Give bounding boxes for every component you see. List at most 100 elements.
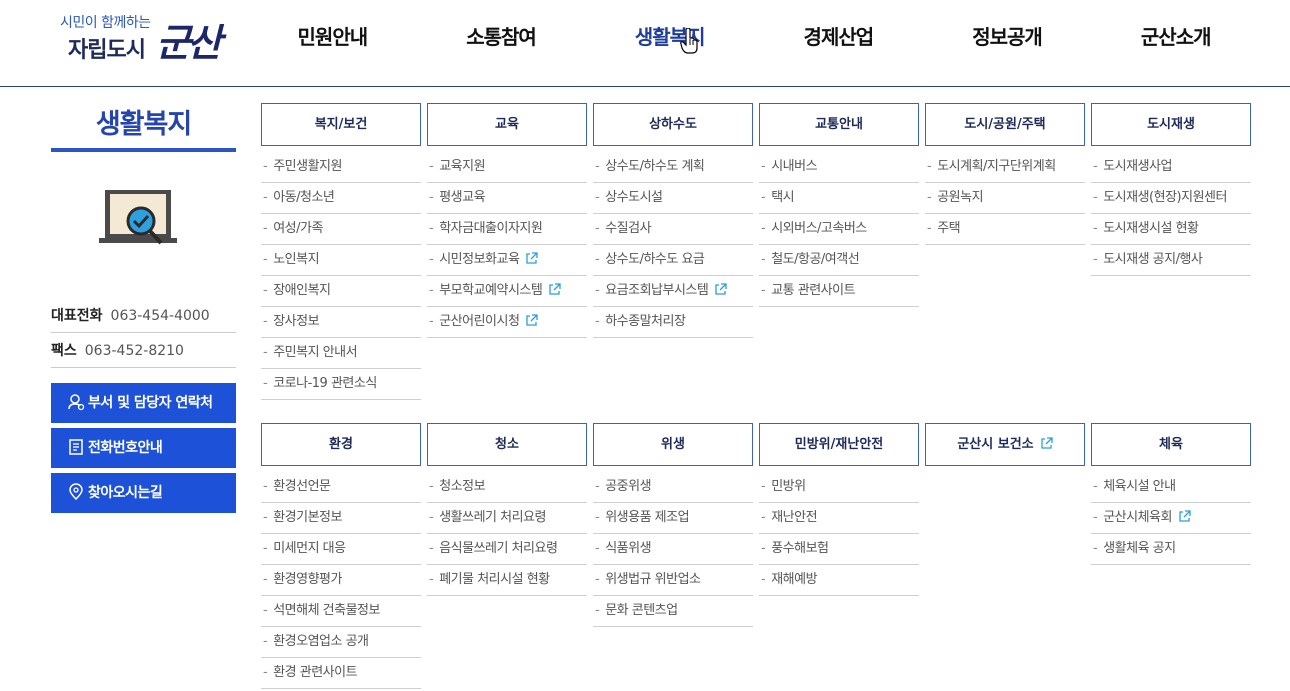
menu-link[interactable]: - 상수도/하수도 계획 — [593, 152, 753, 183]
col-heading[interactable]: 군산시 보건소 — [925, 423, 1085, 466]
menu-link[interactable]: - 폐기물 처리시설 현황 — [427, 565, 587, 596]
menu-link[interactable]: - 도시재생시설 현황 — [1091, 214, 1251, 245]
col-list: - 시내버스 - 택시 - 시외버스/고속버스 - 철도/항공/여객선 - 교통 관련사이… — [759, 152, 919, 307]
col-list: - 환경선언문 - 환경기본정보 - 미세먼지 대응 - 환경영향평가 - 석면해체 건축… — [261, 472, 421, 689]
menu-col-cleaning: 청소 - 청소정보 - 생활쓰레기 처리요령 - 음식물쓰레기 처리요령 - 폐기물 처… — [427, 423, 587, 596]
menu-link[interactable]: - 문화 콘텐츠업 — [593, 596, 753, 627]
nav-item-information[interactable]: 정보공개 — [923, 0, 1092, 74]
menu-link[interactable]: - 하수종말처리장 — [593, 307, 753, 338]
main-nav: 민원안내 소통참여 생활복지 경제산업 정보공개 군산소개 — [248, 0, 1260, 74]
menu-link[interactable]: - 상수도시설 — [593, 183, 753, 214]
menu-link[interactable]: - 수질검사 — [593, 214, 753, 245]
external-link-icon — [1040, 437, 1053, 449]
menu-link[interactable]: - 공원녹지 — [925, 183, 1085, 214]
menu-link[interactable]: - 주민생활지원 — [261, 152, 421, 183]
menu-link[interactable]: - 미세먼지 대응 — [261, 534, 421, 565]
nav-item-about[interactable]: 군산소개 — [1091, 0, 1260, 74]
menu-link[interactable]: - 주택 — [925, 214, 1085, 245]
menu-col-water: 상하수도 - 상수도/하수도 계획 - 상수도시설 - 수질검사 - 상수도/하수도 요… — [593, 103, 753, 338]
col-list: - 체육시설 안내 - 군산시체육회 - 생활체육 공지 — [1091, 472, 1251, 565]
menu-link[interactable]: - 환경 관련사이트 — [261, 658, 421, 689]
col-heading[interactable]: 교육 — [427, 103, 587, 146]
menu-col-environment: 환경 - 환경선언문 - 환경기본정보 - 미세먼지 대응 - 환경영향평가 - 석면해체… — [261, 423, 421, 689]
menu-link[interactable]: - 재난안전 — [759, 503, 919, 534]
menu-link[interactable]: - 여성/가족 — [261, 214, 421, 245]
menu-link[interactable]: - 시외버스/고속버스 — [759, 214, 919, 245]
col-heading[interactable]: 위생 — [593, 423, 753, 466]
menu-link[interactable]: - 위생법규 위반업소 — [593, 565, 753, 596]
external-link-icon — [1179, 510, 1191, 522]
menu-link[interactable]: - 철도/항공/여객선 — [759, 245, 919, 276]
col-list: - 주민생활지원 - 아동/청소년 - 여성/가족 - 노인복지 - 장애인복지 - 장사정… — [261, 152, 421, 400]
department-contact-label: 부서 및 담당자 연락처 — [88, 395, 213, 411]
nav-item-civil[interactable]: 민원안내 — [248, 0, 417, 74]
menu-link[interactable]: - 시민정보화교육 — [427, 245, 587, 276]
menu-link[interactable]: - 택시 — [759, 183, 919, 214]
menu-link[interactable]: - 음식물쓰레기 처리요령 — [427, 534, 587, 565]
menu-link[interactable]: - 평생교육 — [427, 183, 587, 214]
col-heading[interactable]: 교통안내 — [759, 103, 919, 146]
col-list: - 상수도/하수도 계획 - 상수도시설 - 수질검사 - 상수도/하수도 요금 - 요금… — [593, 152, 753, 338]
menu-link[interactable]: - 요금조회납부시스템 — [593, 276, 753, 307]
menu-link[interactable]: - 생활체육 공지 — [1091, 534, 1251, 565]
phone-value: 063-454-4000 — [110, 308, 210, 324]
directions-label: 찾아오시는길 — [88, 485, 163, 501]
menu-link[interactable]: - 식품위생 — [593, 534, 753, 565]
menu-link[interactable]: - 시내버스 — [759, 152, 919, 183]
menu-link[interactable]: - 노인복지 — [261, 245, 421, 276]
menu-link[interactable]: - 체육시설 안내 — [1091, 472, 1251, 503]
menu-link[interactable]: - 공중위생 — [593, 472, 753, 503]
menu-link[interactable]: - 군산어린이시청 — [427, 307, 587, 338]
phone-guide-button[interactable]: 전화번호안내 — [51, 428, 236, 468]
nav-item-welfare[interactable]: 생활복지 — [585, 0, 754, 74]
nav-item-economy[interactable]: 경제산업 — [754, 0, 923, 74]
menu-link[interactable]: - 도시재생(현장)지원센터 — [1091, 183, 1251, 214]
menu-link[interactable]: - 생활쓰레기 처리요령 — [427, 503, 587, 534]
directions-button[interactable]: 찾아오시는길 — [51, 473, 236, 513]
menu-link[interactable]: - 환경선언문 — [261, 472, 421, 503]
menu-link[interactable]: - 장애인복지 — [261, 276, 421, 307]
menu-link[interactable]: - 도시재생사업 — [1091, 152, 1251, 183]
sidebar-title: 생활복지 — [51, 103, 236, 152]
menu-link[interactable]: - 교육지원 — [427, 152, 587, 183]
site-logo[interactable]: 시민이 함께하는 자립도시 군산 — [58, 10, 223, 70]
external-link-icon — [526, 252, 539, 264]
menu-link[interactable]: - 코로나-19 관련소식 — [261, 369, 421, 400]
menu-link[interactable]: - 아동/청소년 — [261, 183, 421, 214]
col-heading[interactable]: 복지/보건 — [261, 103, 421, 146]
menu-link[interactable]: - 주민복지 안내서 — [261, 338, 421, 369]
department-contact-button[interactable]: 부서 및 담당자 연락처 — [51, 383, 236, 423]
menu-link[interactable]: - 학자금대출이자지원 — [427, 214, 587, 245]
col-heading[interactable]: 체육 — [1091, 423, 1251, 466]
menu-link[interactable]: - 민방위 — [759, 472, 919, 503]
menu-link[interactable]: - 재해예방 — [759, 565, 919, 596]
nav-item-communication[interactable]: 소통참여 — [417, 0, 586, 74]
menu-link[interactable]: - 도시재생 공지/행사 — [1091, 245, 1251, 276]
menu-link[interactable]: - 환경오염업소 공개 — [261, 627, 421, 658]
col-heading[interactable]: 도시/공원/주택 — [925, 103, 1085, 146]
menu-link[interactable]: - 환경기본정보 — [261, 503, 421, 534]
menu-link[interactable]: - 장사정보 — [261, 307, 421, 338]
col-list: - 공중위생 - 위생용품 제조업 - 식품위생 - 위생법규 위반업소 - 문화 콘텐츠… — [593, 472, 753, 627]
col-heading[interactable]: 도시재생 — [1091, 103, 1251, 146]
col-heading[interactable]: 환경 — [261, 423, 421, 466]
menu-link[interactable]: - 위생용품 제조업 — [593, 503, 753, 534]
menu-link[interactable]: - 군산시체육회 — [1091, 503, 1251, 534]
laptop-search-icon — [99, 190, 177, 245]
external-link-icon — [549, 283, 561, 295]
menu-link[interactable]: - 석면해체 건축물정보 — [261, 596, 421, 627]
menu-link[interactable]: - 환경영향평가 — [261, 565, 421, 596]
menu-link[interactable]: - 풍수해보험 — [759, 534, 919, 565]
col-heading[interactable]: 상하수도 — [593, 103, 753, 146]
menu-col-transport: 교통안내 - 시내버스 - 택시 - 시외버스/고속버스 - 철도/항공/여객선 - 교통… — [759, 103, 919, 307]
menu-link[interactable]: - 교통 관련사이트 — [759, 276, 919, 307]
col-heading[interactable]: 민방위/재난안전 — [759, 423, 919, 466]
external-link-icon — [715, 283, 727, 295]
menu-link[interactable]: - 부모학교예약시스템 — [427, 276, 587, 307]
menu-link[interactable]: - 청소정보 — [427, 472, 587, 503]
col-heading[interactable]: 청소 — [427, 423, 587, 466]
menu-col-education: 교육 - 교육지원 - 평생교육 - 학자금대출이자지원 - 시민정보화교육 - 부모학교… — [427, 103, 587, 338]
menu-link[interactable]: - 도시계획/지구단위계획 — [925, 152, 1085, 183]
phone-guide-label: 전화번호안내 — [88, 440, 163, 456]
menu-link[interactable]: - 상수도/하수도 요금 — [593, 245, 753, 276]
